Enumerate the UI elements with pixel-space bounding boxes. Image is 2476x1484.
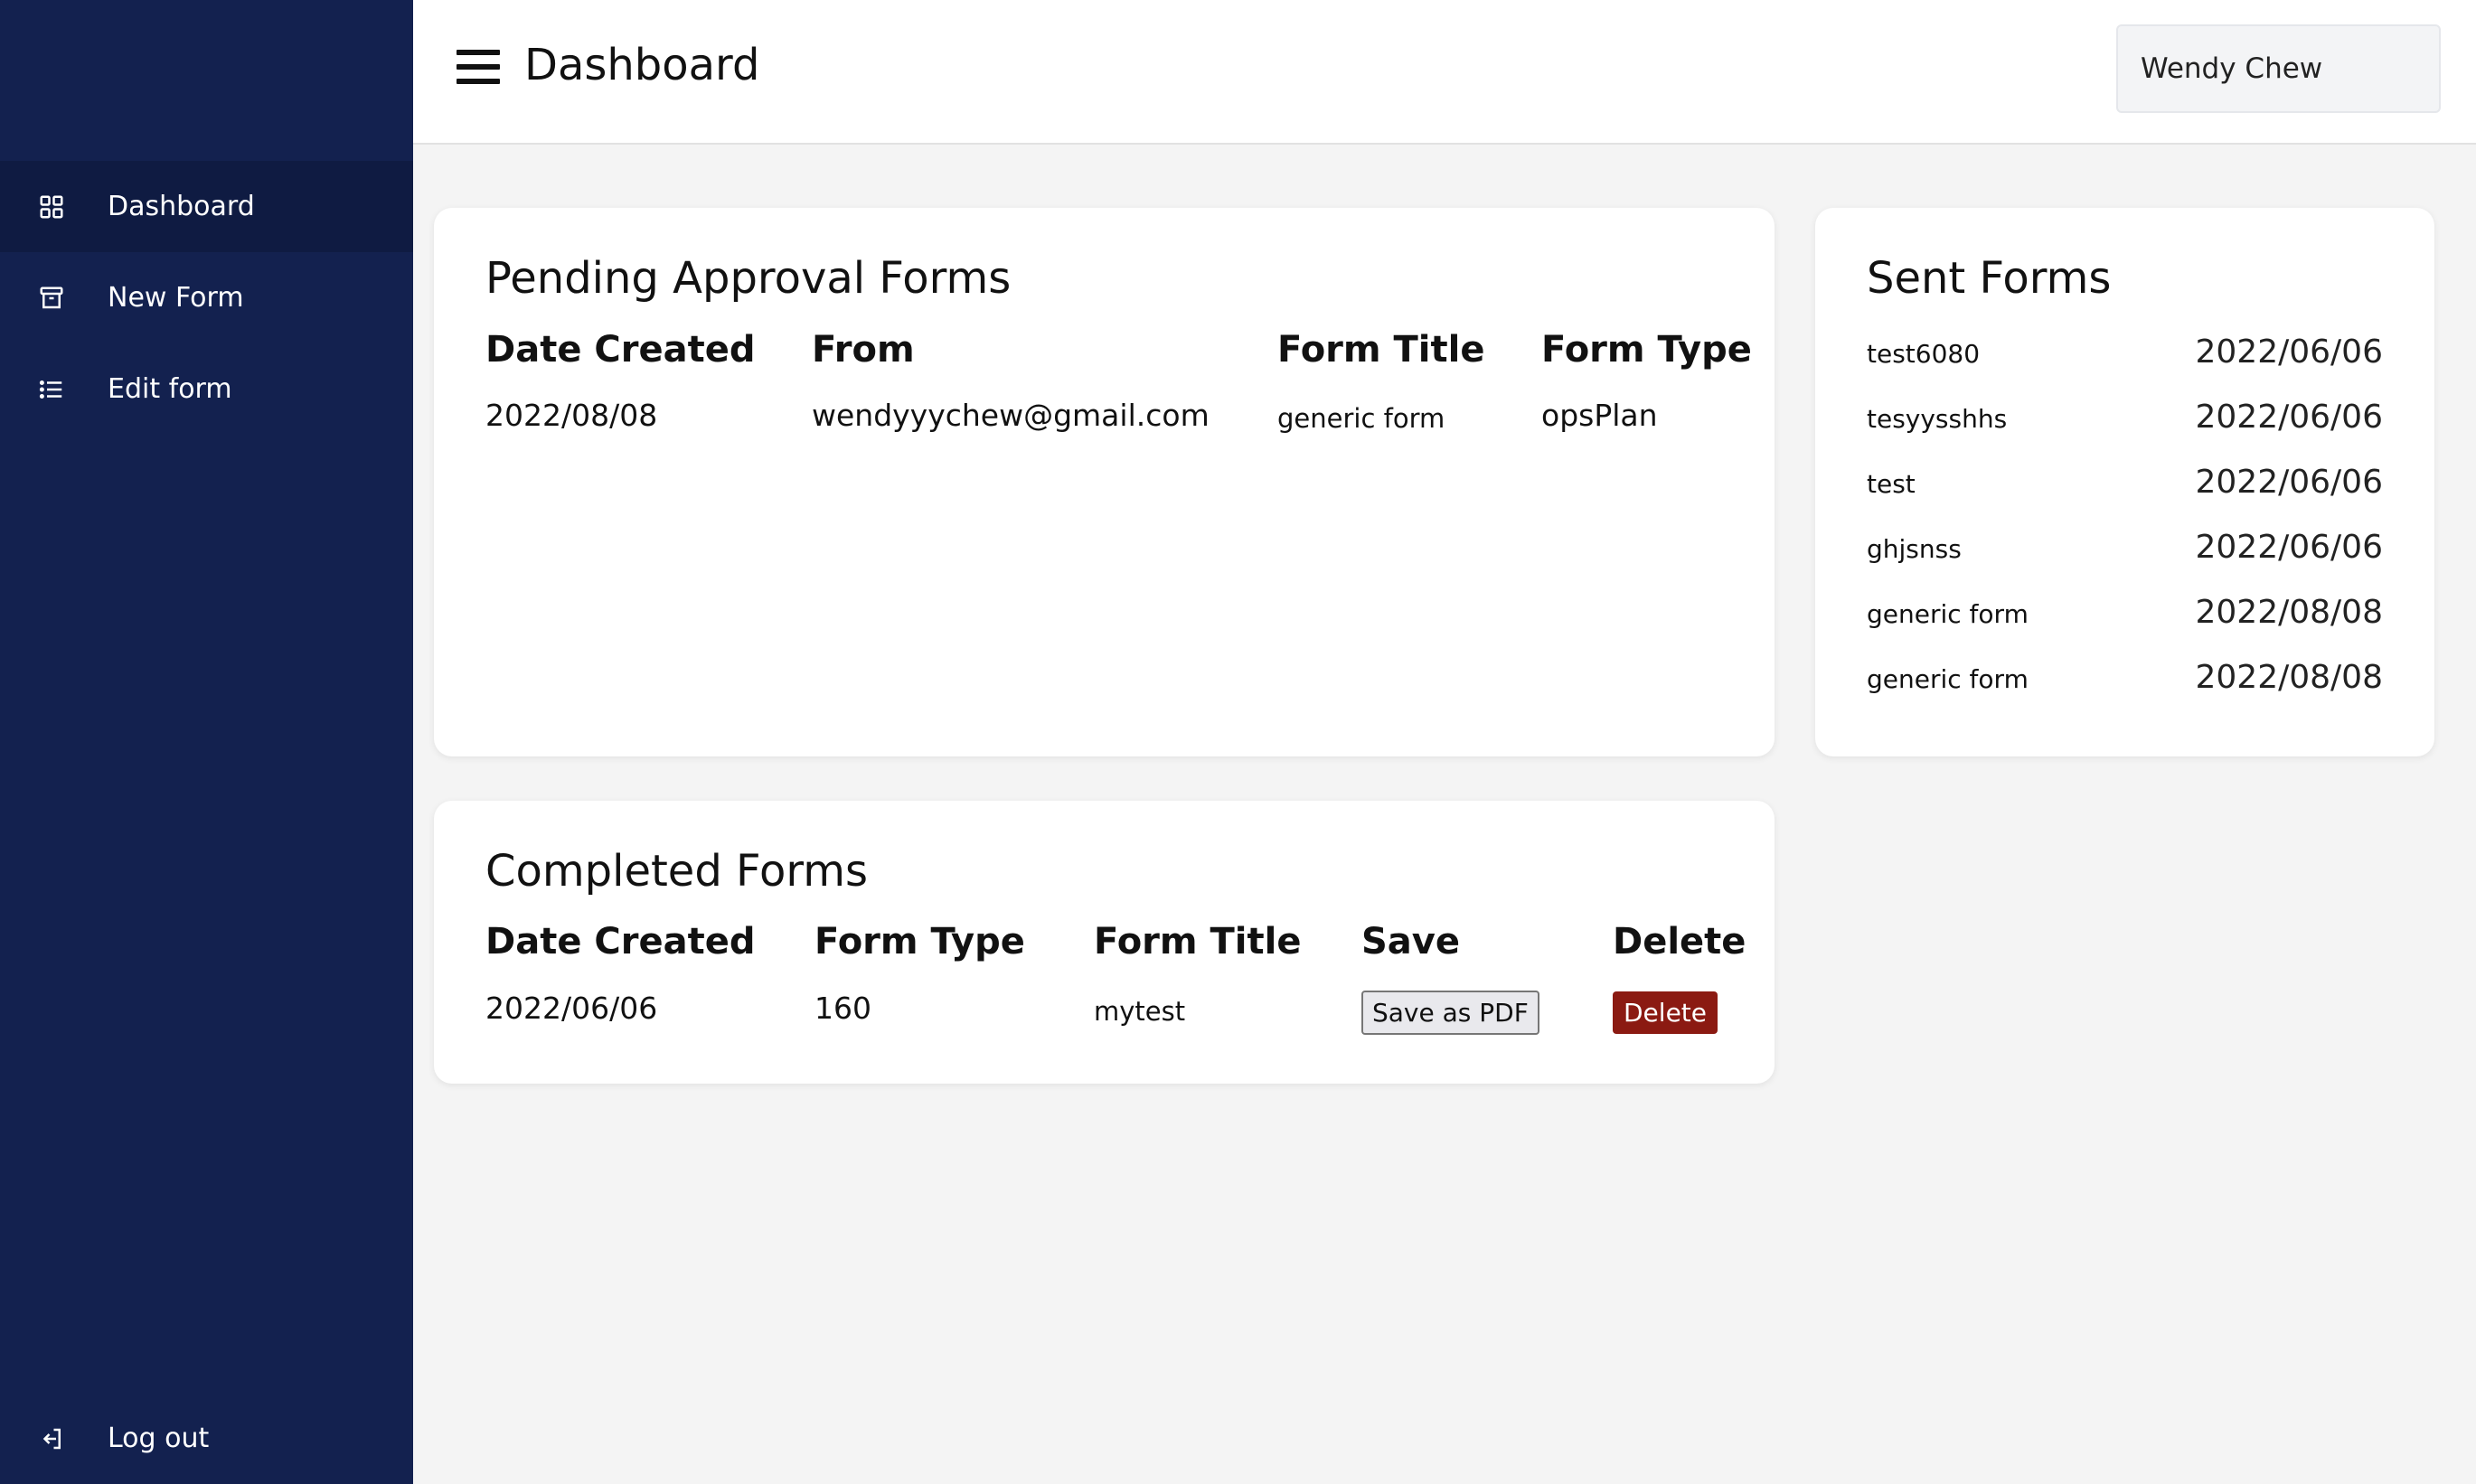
column-header-form-title: Form Title: [1094, 921, 1302, 963]
cell-from: wendyyychew@gmail.com: [812, 398, 1210, 433]
column-header-from: From: [812, 329, 915, 371]
completed-forms-title: Completed Forms: [485, 846, 868, 897]
sidebar-item-dashboard[interactable]: Dashboard: [0, 161, 413, 252]
sent-form-title: ghjsnss: [1867, 534, 1962, 564]
pending-approval-card: Pending Approval Forms Date Created From…: [434, 208, 1775, 756]
sent-forms-card: Sent Forms test6080 2022/06/06 tesyysshh…: [1815, 208, 2434, 756]
top-bar: Dashboard Wendy Chew: [413, 0, 2476, 145]
grid-icon: [36, 192, 67, 222]
cell-form-type: 160: [814, 991, 871, 1026]
sent-form-date: 2022/06/06: [2195, 399, 2384, 436]
sent-form-date: 2022/06/06: [2195, 529, 2384, 566]
sent-forms-title: Sent Forms: [1867, 253, 2112, 304]
column-header-form-title: Form Title: [1277, 329, 1485, 371]
logout-label: Log out: [108, 1423, 210, 1454]
cell-date: 2022/06/06: [485, 991, 658, 1026]
completed-forms-card: Completed Forms Date Created Form Type F…: [434, 801, 1775, 1084]
sent-form-date: 2022/08/08: [2195, 594, 2384, 631]
cell-form-type: opsPlan: [1541, 398, 1658, 433]
page-title: Dashboard: [524, 40, 760, 90]
list-icon: [36, 374, 67, 405]
sidebar-item-edit-form[interactable]: Edit form: [0, 343, 413, 435]
save-as-pdf-button[interactable]: Save as PDF: [1361, 991, 1539, 1035]
user-menu[interactable]: Wendy Chew: [2116, 24, 2441, 113]
logout-button[interactable]: Log out: [0, 1393, 413, 1484]
archive-icon: [36, 283, 67, 314]
sidebar-item-new-form[interactable]: New Form: [0, 252, 413, 343]
sent-form-date: 2022/08/08: [2195, 659, 2384, 696]
column-header-save: Save: [1361, 921, 1461, 963]
column-header-delete: Delete: [1613, 921, 1746, 963]
sent-form-date: 2022/06/06: [2195, 464, 2384, 501]
logout-icon: [36, 1423, 67, 1454]
sidebar-item-label: New Form: [108, 282, 244, 314]
cell-form-title: generic form: [1277, 403, 1445, 434]
sidebar: Dashboard New Form Edit form Log out: [0, 0, 413, 1484]
sent-form-date: 2022/06/06: [2195, 333, 2384, 371]
cell-form-title: mytest: [1094, 996, 1186, 1027]
sent-form-title: test: [1867, 469, 1916, 499]
column-header-form-type: Form Type: [814, 921, 1025, 963]
sent-form-title: test6080: [1867, 339, 1981, 369]
hamburger-menu-icon[interactable]: [457, 50, 500, 88]
sent-form-title: generic form: [1867, 664, 2029, 694]
sidebar-item-label: Dashboard: [108, 191, 255, 222]
sidebar-item-label: Edit form: [108, 373, 232, 405]
sent-form-title: tesyysshhs: [1867, 404, 2008, 434]
column-header-date-created: Date Created: [485, 921, 756, 963]
pending-approval-title: Pending Approval Forms: [485, 253, 1012, 304]
delete-button[interactable]: Delete: [1613, 991, 1718, 1034]
cell-date: 2022/08/08: [485, 398, 658, 433]
column-header-date-created: Date Created: [485, 329, 756, 371]
column-header-form-type: Form Type: [1541, 329, 1752, 371]
sent-form-title: generic form: [1867, 599, 2029, 629]
